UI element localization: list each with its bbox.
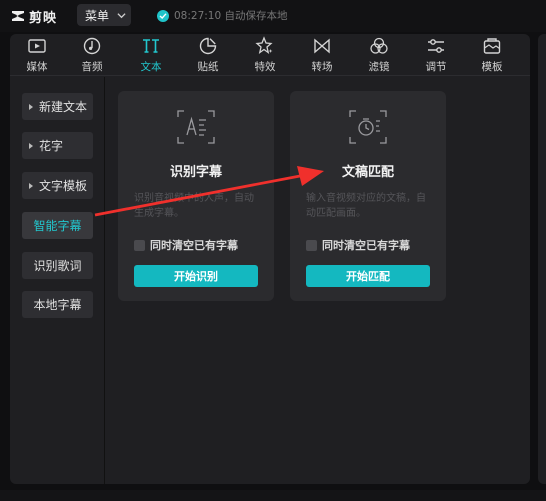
tab-filter[interactable]: 滤镜 bbox=[357, 36, 401, 74]
card-title: 识别字幕 bbox=[169, 165, 222, 180]
menu-button-label: 菜单 bbox=[85, 8, 110, 23]
sidebar-item-lyrics-recognition[interactable]: 识别歌词 bbox=[22, 252, 93, 279]
clear-existing-checkbox[interactable]: 同时清空已有字幕 bbox=[306, 237, 410, 253]
category-toolbar: 媒体 音频 文本 贴纸 特效 转场 滤镜 调节 模板 bbox=[10, 34, 530, 76]
card-description: 识别音视频中的人声，自动生成字幕。 bbox=[134, 193, 254, 219]
app-name: 剪映 bbox=[29, 10, 58, 26]
template-icon bbox=[483, 38, 501, 54]
tab-transition[interactable]: 转场 bbox=[300, 36, 344, 74]
adjust-icon bbox=[428, 39, 444, 53]
tab-adjust-label: 调节 bbox=[425, 61, 447, 73]
sidebar-item-label: 文字模板 bbox=[39, 179, 88, 193]
tab-sticker[interactable]: 贴纸 bbox=[186, 36, 230, 74]
media-icon bbox=[28, 39, 46, 53]
script-match-icon bbox=[349, 110, 387, 144]
text-icon bbox=[143, 39, 159, 53]
clear-existing-checkbox[interactable]: 同时清空已有字幕 bbox=[134, 237, 238, 253]
checkbox-label: 同时清空已有字幕 bbox=[150, 239, 238, 252]
caret-right-icon bbox=[29, 142, 33, 149]
checkbox-box[interactable] bbox=[134, 239, 145, 251]
tab-text[interactable]: 文本 bbox=[129, 36, 173, 74]
tab-effects-label: 特效 bbox=[254, 61, 276, 73]
sidebar-item-label: 本地字幕 bbox=[33, 298, 82, 312]
audio-icon bbox=[83, 37, 101, 55]
menu-button[interactable]: 菜单 bbox=[77, 4, 131, 26]
check-circle-icon bbox=[157, 9, 169, 22]
checkbox-box[interactable] bbox=[306, 239, 317, 251]
tab-template-label: 模板 bbox=[481, 61, 503, 73]
sidebar-item-new-text[interactable]: 新建文本 bbox=[22, 93, 93, 120]
tab-adjust[interactable]: 调节 bbox=[414, 36, 458, 74]
sticker-icon bbox=[199, 37, 217, 55]
card-title: 文稿匹配 bbox=[341, 165, 394, 180]
sidebar-item-local-subtitles[interactable]: 本地字幕 bbox=[22, 291, 93, 318]
recognize-subtitles-card: 识别字幕 识别音视频中的人声，自动生成字幕。 同时清空已有字幕 开始识别 bbox=[118, 91, 274, 301]
caret-right-icon bbox=[29, 103, 33, 110]
sidebar-item-smart-subtitles[interactable]: 智能字幕 bbox=[22, 212, 93, 239]
sidebar-item-fancy-text[interactable]: 花字 bbox=[22, 132, 93, 159]
autosave-text: 08:27:10 自动保存本地 bbox=[174, 10, 288, 22]
tab-transition-label: 转场 bbox=[311, 61, 333, 73]
tab-text-label: 文本 bbox=[140, 61, 162, 73]
text-sidebar: 新建文本 花字 文字模板 智能字幕 识别歌词 本地字幕 bbox=[10, 77, 105, 484]
caret-right-icon bbox=[29, 182, 33, 189]
tab-audio[interactable]: 音频 bbox=[70, 36, 114, 74]
tab-media-label: 媒体 bbox=[26, 61, 48, 73]
timeline-strip bbox=[0, 490, 546, 501]
start-match-button[interactable]: 开始匹配 bbox=[306, 265, 430, 287]
title-bar: 剪映 菜单 08:27:10 自动保存本地 bbox=[0, 0, 546, 32]
app-logo: 剪映 bbox=[10, 7, 58, 26]
sidebar-item-label: 智能字幕 bbox=[33, 219, 82, 233]
material-panel: 媒体 音频 文本 贴纸 特效 转场 滤镜 调节 模板 新建文本 花字 文字模板 … bbox=[10, 34, 530, 484]
sidebar-item-text-template[interactable]: 文字模板 bbox=[22, 172, 93, 199]
card-description: 输入音视频对应的文稿，自动匹配画面。 bbox=[306, 193, 426, 219]
side-panel-edge bbox=[538, 34, 546, 484]
capcut-logo-icon bbox=[12, 11, 24, 21]
script-match-card: 文稿匹配 输入音视频对应的文稿，自动匹配画面。 同时清空已有字幕 开始匹配 bbox=[290, 91, 446, 301]
sidebar-item-label: 花字 bbox=[39, 139, 64, 153]
checkbox-label: 同时清空已有字幕 bbox=[322, 239, 410, 252]
sidebar-item-label: 识别歌词 bbox=[33, 259, 82, 273]
tab-sticker-label: 贴纸 bbox=[197, 61, 219, 73]
tab-filter-label: 滤镜 bbox=[368, 61, 390, 73]
transition-icon bbox=[314, 38, 330, 54]
tab-audio-label: 音频 bbox=[81, 61, 103, 73]
filter-icon bbox=[370, 37, 388, 54]
tab-template[interactable]: 模板 bbox=[470, 36, 514, 74]
chevron-down-icon bbox=[117, 12, 126, 18]
autosave-status: 08:27:10 自动保存本地 bbox=[157, 8, 288, 23]
effects-icon bbox=[255, 36, 273, 55]
tab-effects[interactable]: 特效 bbox=[243, 36, 287, 74]
start-recognition-button[interactable]: 开始识别 bbox=[134, 265, 258, 287]
tab-media[interactable]: 媒体 bbox=[15, 36, 59, 74]
sidebar-item-label: 新建文本 bbox=[39, 100, 88, 114]
speech-recognition-icon bbox=[177, 110, 215, 144]
